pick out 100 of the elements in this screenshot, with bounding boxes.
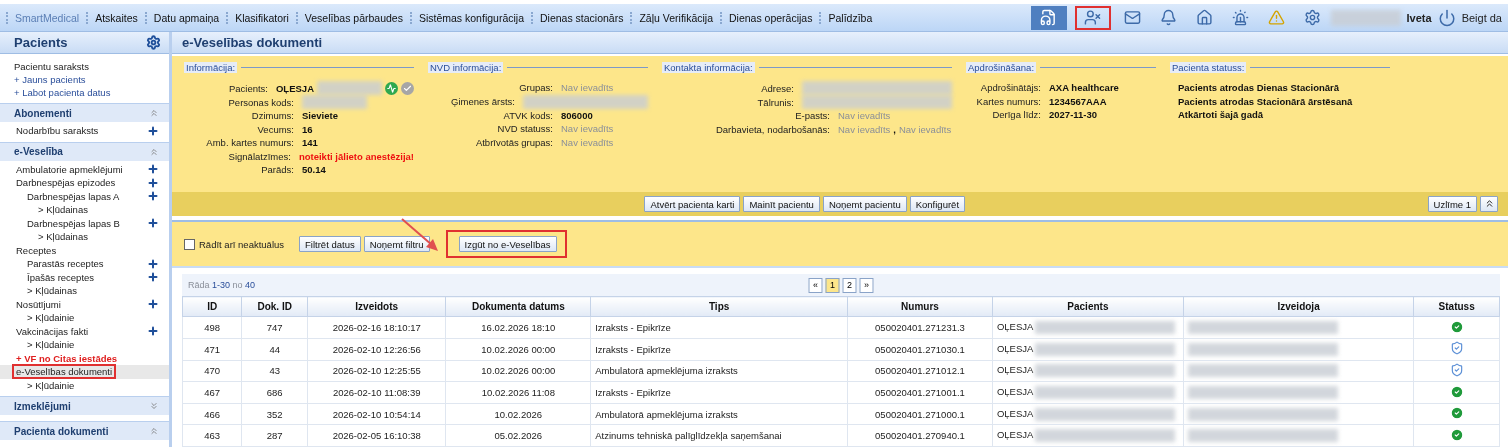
- user-remove-icon[interactable]: [1084, 9, 1102, 26]
- column-header[interactable]: Dokumenta datums: [445, 296, 591, 317]
- sidebar-item[interactable]: Ambulatorie apmeklējumi: [0, 162, 169, 176]
- sidebar-link[interactable]: + Labot pacienta datus: [0, 86, 169, 99]
- action-button[interactable]: Konfigurēt: [909, 196, 966, 212]
- column-header[interactable]: Numurs: [847, 296, 993, 317]
- section-header[interactable]: Izmeklējumi: [0, 396, 169, 415]
- table-cell: 10.02.2026: [445, 403, 591, 425]
- add-icon[interactable]: [147, 176, 159, 189]
- user-remove-button[interactable]: [1074, 5, 1111, 30]
- field-value: Atkārtoti šajā gadā: [1178, 109, 1263, 121]
- page-button[interactable]: 2: [842, 277, 857, 293]
- menu-item[interactable]: Dienas stacionārs: [531, 11, 631, 24]
- field-label: Amb. kartes numurs:: [205, 137, 294, 149]
- retrieve-button[interactable]: Izgūt no e-Veselības: [458, 236, 557, 252]
- add-icon[interactable]: [147, 124, 159, 137]
- sidebar-item[interactable]: Nodarbību saraksts: [0, 124, 169, 138]
- sidebar-link[interactable]: Pacientu saraksts: [0, 60, 169, 73]
- table-cell: 2026-02-05 16:10:38: [307, 424, 446, 447]
- section-header[interactable]: Abonementi: [0, 103, 169, 122]
- check-icon[interactable]: [401, 81, 414, 95]
- menu-item[interactable]: Dienas operācijas: [720, 11, 820, 24]
- add-icon[interactable]: [147, 163, 159, 176]
- mail-icon[interactable]: [1124, 9, 1142, 26]
- action-button[interactable]: Atvērt pacienta karti: [644, 196, 741, 212]
- section-header[interactable]: Pacienta dokumenti: [0, 421, 169, 440]
- table-cell: 2026-02-10 12:25:55: [307, 360, 446, 382]
- sidebar-item[interactable]: > Kļūdainas: [0, 284, 169, 298]
- page-button[interactable]: «: [808, 277, 823, 293]
- sidebar-item[interactable]: Darbnespējas lapas B: [0, 216, 169, 230]
- add-icon[interactable]: [147, 257, 159, 270]
- house-icon[interactable]: [1196, 9, 1214, 26]
- table-cell: 686: [241, 381, 308, 404]
- table-cell: 050020401.271030.1: [847, 338, 993, 361]
- sidebar-item[interactable]: Receptes: [0, 243, 169, 257]
- page-button[interactable]: 1: [825, 277, 840, 293]
- action-button[interactable]: Noņemt pacientu: [822, 196, 907, 212]
- column-header[interactable]: Tips: [590, 296, 848, 317]
- field-label: Personas kods:: [227, 96, 294, 108]
- menu-item[interactable]: Sistēmas konfigurācija: [409, 11, 531, 24]
- group-title: Kontakta informācija:: [662, 62, 755, 73]
- add-icon[interactable]: [147, 217, 159, 230]
- filter-button[interactable]: Noņemt filtru: [363, 236, 430, 252]
- sidebar-item[interactable]: > Kļūdainas: [0, 203, 169, 217]
- section-header[interactable]: e-Veselība: [0, 141, 169, 161]
- sidebar-item[interactable]: Darbnespējas epizodes: [0, 176, 169, 190]
- document-audio-button[interactable]: [1030, 5, 1067, 30]
- table-cell: 43: [241, 360, 308, 382]
- field-label: Tālrunis:: [756, 96, 794, 108]
- filter-button[interactable]: Filtrēt datus: [299, 236, 361, 252]
- add-icon[interactable]: [147, 325, 159, 338]
- siren-icon[interactable]: [1232, 9, 1250, 26]
- sidebar-item[interactable]: > Kļūdainie: [0, 338, 169, 352]
- column-header[interactable]: Izveidoja: [1183, 296, 1414, 317]
- logout-link[interactable]: Beigt da: [1461, 11, 1502, 24]
- sidebar-item[interactable]: > Kļūdainie: [0, 378, 169, 392]
- settings-icon[interactable]: [1304, 9, 1322, 26]
- sidebar-item[interactable]: Darbnespējas lapas A: [0, 189, 169, 203]
- menu-item[interactable]: Palīdzība: [819, 11, 880, 24]
- sidebar-item[interactable]: e-Veselības dokumenti: [0, 365, 169, 379]
- menu-item[interactable]: Veselības pārbaudes: [295, 11, 410, 24]
- add-icon[interactable]: [147, 190, 159, 203]
- menu-item[interactable]: Datu apmaiņa: [144, 11, 227, 24]
- sidebar-link[interactable]: + Jauns pacients: [0, 73, 169, 86]
- add-icon[interactable]: [147, 298, 159, 311]
- sidebar-item[interactable]: + VF no Citas iestādes: [0, 351, 169, 365]
- table-cell: 2026-02-10 10:54:14: [307, 403, 446, 425]
- table-cell: 747: [241, 316, 308, 339]
- column-header[interactable]: Statuss: [1413, 296, 1500, 317]
- field-label: Darbavieta, nodarbošanās:: [714, 123, 830, 135]
- sidebar-item[interactable]: > Kļūdainie: [0, 311, 169, 325]
- settings-icon[interactable]: [146, 35, 161, 50]
- field-label: Ģimenes ārsts:: [450, 96, 515, 107]
- sidebar-item[interactable]: > Kļūdainas: [0, 230, 169, 244]
- document-audio-icon[interactable]: [1040, 9, 1058, 26]
- menu-item[interactable]: Zāļu Verifikācija: [630, 11, 720, 24]
- column-header[interactable]: Dok. ID: [241, 296, 308, 317]
- column-header[interactable]: Izveidots: [307, 296, 446, 317]
- sticker-button[interactable]: Uzlīme 1: [1427, 196, 1477, 212]
- field-value: OĻESJA: [276, 82, 314, 94]
- patient-name: OĻESJA: [996, 429, 1033, 441]
- power-icon[interactable]: [1437, 8, 1456, 27]
- action-button[interactable]: Mainīt pacientu: [743, 196, 820, 212]
- menu-item[interactable]: Atskaites: [86, 11, 145, 24]
- group-title: NVD informācija:: [428, 62, 504, 73]
- page-button[interactable]: »: [859, 277, 874, 293]
- checkbox[interactable]: Rādīt arī neaktuālus: [184, 238, 285, 250]
- sidebar-item[interactable]: Vakcinācijas fakti: [0, 324, 169, 338]
- column-header[interactable]: Pacients: [992, 296, 1184, 317]
- sidebar-item[interactable]: Parastās receptes: [0, 257, 169, 271]
- table-cell: 463: [182, 424, 242, 447]
- sidebar-item[interactable]: Īpašās receptes: [0, 270, 169, 284]
- table-cell: 10.02.2026 11:08: [445, 381, 591, 404]
- add-icon[interactable]: [147, 271, 159, 284]
- field-label: Atbrīvotās grupas:: [474, 136, 553, 148]
- activity-icon[interactable]: [385, 81, 398, 95]
- menu-item[interactable]: Klasifikatori: [226, 11, 296, 24]
- bell-icon[interactable]: [1160, 9, 1178, 26]
- sidebar-item[interactable]: Nosūtījumi: [0, 297, 169, 311]
- column-header[interactable]: ID: [182, 296, 242, 317]
